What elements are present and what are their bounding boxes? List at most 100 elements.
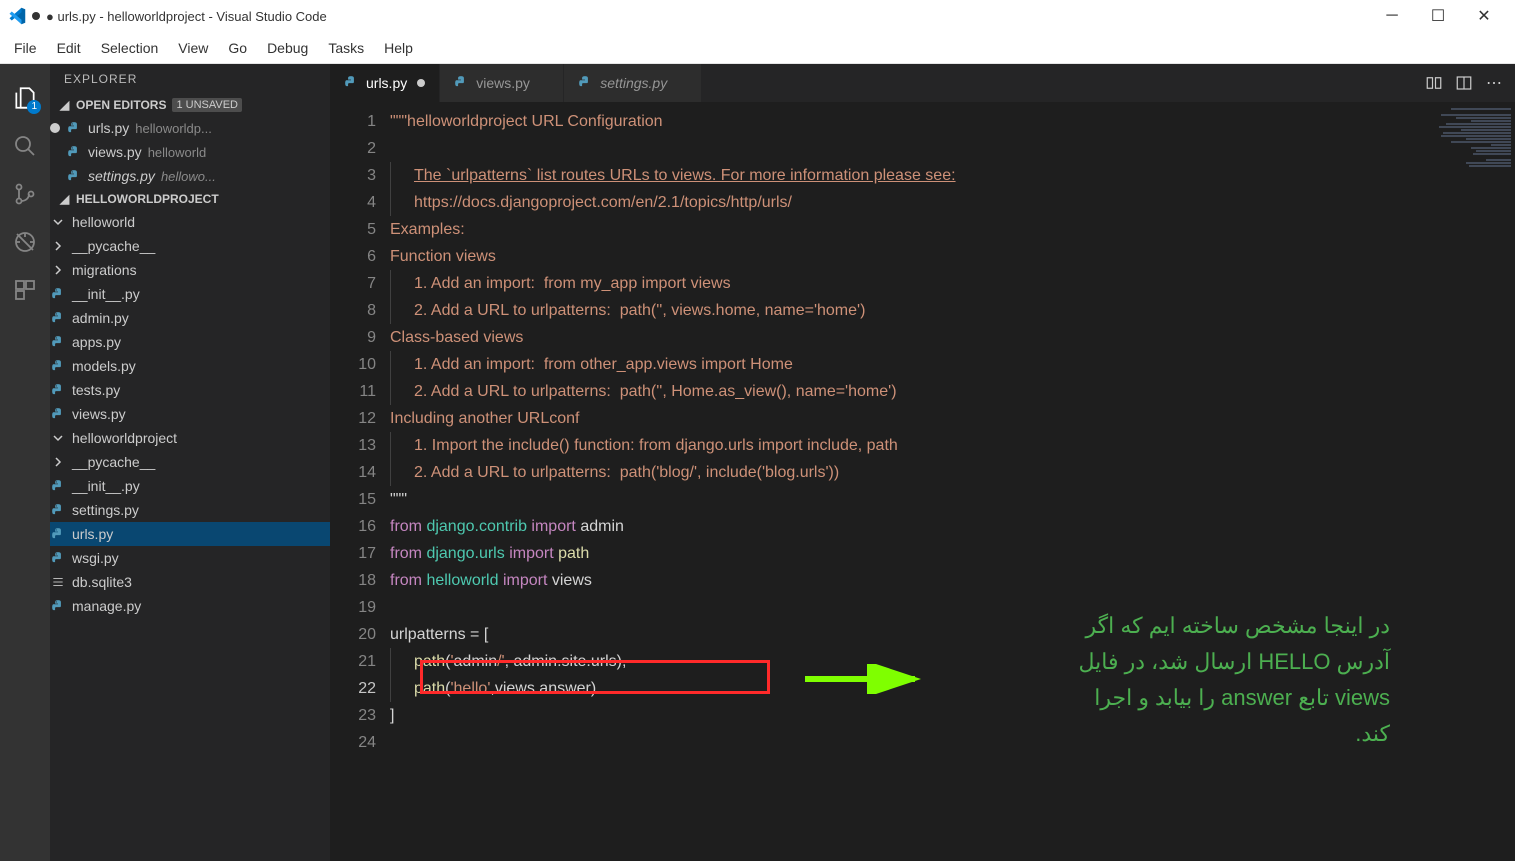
source-control-icon[interactable]: [11, 180, 39, 208]
line-number: 11: [330, 378, 376, 405]
menu-help[interactable]: Help: [374, 36, 423, 60]
tree-file-tests-py[interactable]: tests.py: [50, 378, 330, 402]
maximize-button[interactable]: ☐: [1415, 0, 1461, 32]
project-header[interactable]: ◢ HELLOWORLDPROJECT: [50, 188, 330, 210]
python-file-icon: [50, 406, 66, 422]
menu-tasks[interactable]: Tasks: [318, 36, 374, 60]
code-line[interactable]: Class-based views: [390, 324, 1425, 351]
tree-file-manage-py[interactable]: manage.py: [50, 594, 330, 618]
tree-file-settings-py[interactable]: settings.py: [50, 498, 330, 522]
code-line[interactable]: 1. Import the include() function: from d…: [390, 432, 1425, 459]
debug-icon[interactable]: [11, 228, 39, 256]
tree-folder-helloworldproject[interactable]: helloworldproject: [50, 426, 330, 450]
code-line[interactable]: Examples:: [390, 216, 1425, 243]
code-line[interactable]: ]: [390, 702, 1425, 729]
line-number: 21: [330, 648, 376, 675]
code-line[interactable]: [390, 729, 1425, 756]
code-line[interactable]: 1. Add an import: from my_app import vie…: [390, 270, 1425, 297]
tree-file-models-py[interactable]: models.py: [50, 354, 330, 378]
search-icon[interactable]: [11, 132, 39, 160]
tree-folder-__pycache__[interactable]: __pycache__: [50, 450, 330, 474]
vscode-icon: [8, 7, 26, 25]
menu-file[interactable]: File: [4, 36, 47, 60]
line-number: 6: [330, 243, 376, 270]
code-line[interactable]: [390, 594, 1425, 621]
line-number: 22: [330, 675, 376, 702]
code-line[interactable]: [390, 135, 1425, 162]
minimap[interactable]: [1425, 102, 1515, 861]
tree-file-apps-py[interactable]: apps.py: [50, 330, 330, 354]
python-file-icon: [66, 120, 82, 136]
tree-file-views-py[interactable]: views.py: [50, 402, 330, 426]
code-line[interactable]: 2. Add a URL to urlpatterns: path('', vi…: [390, 297, 1425, 324]
line-number: 5: [330, 216, 376, 243]
tab-urls[interactable]: urls.py: [330, 64, 440, 102]
close-button[interactable]: ✕: [1461, 0, 1507, 32]
compare-changes-icon[interactable]: [1419, 68, 1449, 98]
code-line[interactable]: 2. Add a URL to urlpatterns: path('blog/…: [390, 459, 1425, 486]
tree-file-urls-py[interactable]: urls.py: [50, 522, 330, 546]
tree-file-__init__-py[interactable]: __init__.py: [50, 474, 330, 498]
line-number: 23: [330, 702, 376, 729]
tab-views[interactable]: views.py ×: [440, 64, 564, 102]
line-number: 3: [330, 162, 376, 189]
code-line[interactable]: """helloworldproject URL Configuration: [390, 108, 1425, 135]
code-line[interactable]: path('hello',views.answer): [390, 675, 1425, 702]
tree-file-db-sqlite3[interactable]: db.sqlite3: [50, 570, 330, 594]
code-line[interactable]: https://docs.djangoproject.com/en/2.1/to…: [390, 189, 1425, 216]
file-tree: helloworld__pycache__migrations__init__.…: [50, 210, 330, 618]
tree-file-wsgi-py[interactable]: wsgi.py: [50, 546, 330, 570]
python-file-icon: [50, 382, 66, 398]
line-number: 17: [330, 540, 376, 567]
code-line[interactable]: 1. Add an import: from other_app.views i…: [390, 351, 1425, 378]
code-line[interactable]: path('admin/', admin.site.urls),: [390, 648, 1425, 675]
line-gutter: 123456789101112131415161718192021222324: [330, 102, 390, 861]
tree-file-__init__-py[interactable]: __init__.py: [50, 282, 330, 306]
chevron-down-icon: ◢: [60, 98, 72, 112]
explorer-icon[interactable]: 1: [11, 84, 39, 112]
python-file-icon: [66, 168, 82, 184]
python-file-icon: [50, 310, 66, 326]
line-number: 20: [330, 621, 376, 648]
extensions-icon[interactable]: [11, 276, 39, 304]
chevron-down-icon: [50, 430, 66, 446]
open-editor-item[interactable]: urls.py helloworldp...: [50, 116, 330, 140]
line-number: 18: [330, 567, 376, 594]
code-line[interactable]: urlpatterns = [: [390, 621, 1425, 648]
menu-debug[interactable]: Debug: [257, 36, 318, 60]
tab-settings[interactable]: settings.py ×: [564, 64, 701, 102]
minimize-button[interactable]: ─: [1369, 0, 1415, 32]
code-body[interactable]: در اینجا مشخص ساخته ایم که اگر آدرس HELL…: [390, 102, 1425, 861]
code-line[interactable]: The `urlpatterns` list routes URLs to vi…: [390, 162, 1425, 189]
tree-folder-migrations[interactable]: migrations: [50, 258, 330, 282]
menu-view[interactable]: View: [168, 36, 218, 60]
code-line[interactable]: from django.urls import path: [390, 540, 1425, 567]
activitybar: 1: [0, 64, 50, 861]
open-editor-item[interactable]: views.py helloworld: [50, 140, 330, 164]
python-file-icon: [50, 550, 66, 566]
tree-file-admin-py[interactable]: admin.py: [50, 306, 330, 330]
menu-go[interactable]: Go: [218, 36, 257, 60]
line-number: 12: [330, 405, 376, 432]
line-number: 13: [330, 432, 376, 459]
line-number: 19: [330, 594, 376, 621]
tree-folder-__pycache__[interactable]: __pycache__: [50, 234, 330, 258]
split-editor-icon[interactable]: [1449, 68, 1479, 98]
open-editors-header[interactable]: ◢ OPEN EDITORS 1 UNSAVED: [50, 94, 330, 116]
code-line[interactable]: 2. Add a URL to urlpatterns: path('', Ho…: [390, 378, 1425, 405]
code-line[interactable]: Function views: [390, 243, 1425, 270]
chevron-right-icon: [50, 262, 66, 278]
code-line[interactable]: """: [390, 486, 1425, 513]
menu-selection[interactable]: Selection: [91, 36, 169, 60]
open-editor-item[interactable]: settings.py hellowo...: [50, 164, 330, 188]
line-number: 1: [330, 108, 376, 135]
chevron-down-icon: ◢: [60, 192, 72, 206]
code-line[interactable]: Including another URLconf: [390, 405, 1425, 432]
menu-edit[interactable]: Edit: [47, 36, 91, 60]
editor[interactable]: 123456789101112131415161718192021222324 …: [330, 102, 1515, 861]
code-line[interactable]: from helloworld import views: [390, 567, 1425, 594]
window-title: ● urls.py - helloworldproject - Visual S…: [46, 9, 327, 24]
more-actions-icon[interactable]: ⋯: [1479, 68, 1509, 98]
tree-folder-helloworld[interactable]: helloworld: [50, 210, 330, 234]
code-line[interactable]: from django.contrib import admin: [390, 513, 1425, 540]
